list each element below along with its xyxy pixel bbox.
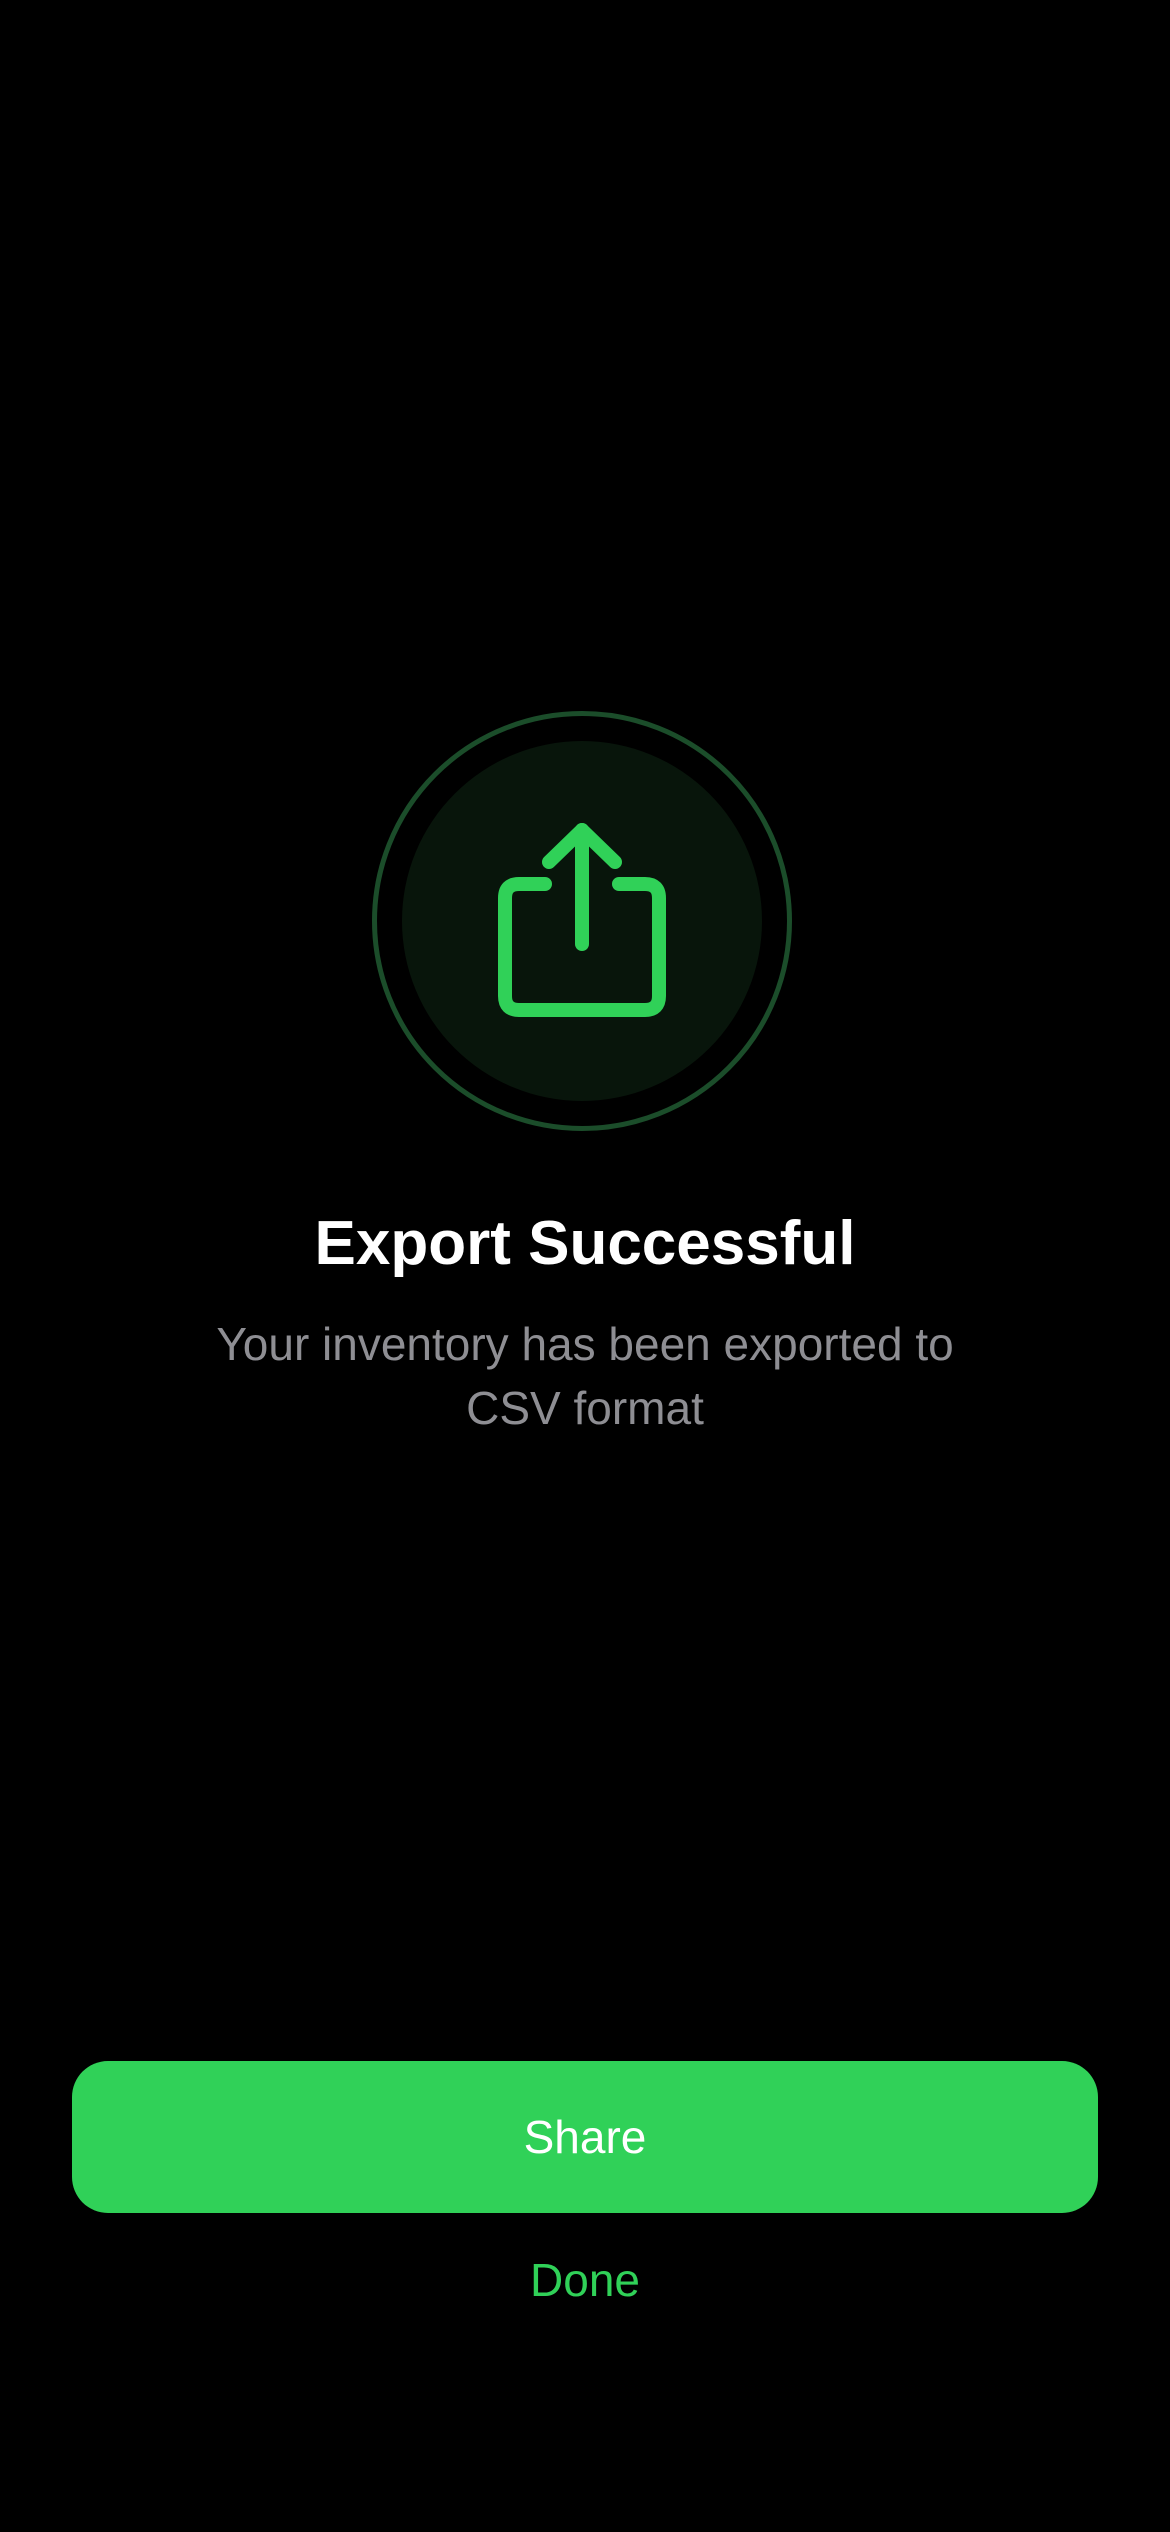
- success-icon-disc: [402, 741, 762, 1101]
- done-button-label: Done: [530, 2254, 640, 2306]
- share-button-label: Share: [523, 2111, 647, 2163]
- export-success-screen: Export Successful Your inventory has bee…: [0, 0, 1170, 2532]
- share-button[interactable]: Share: [72, 2061, 1098, 2213]
- page-title: Export Successful: [314, 1209, 856, 1278]
- done-button[interactable]: Done: [435, 2240, 735, 2320]
- success-message: Your inventory has been exported to CSV …: [216, 1318, 954, 1434]
- success-icon-ring: [372, 711, 792, 1131]
- share-upload-icon: [498, 823, 666, 1017]
